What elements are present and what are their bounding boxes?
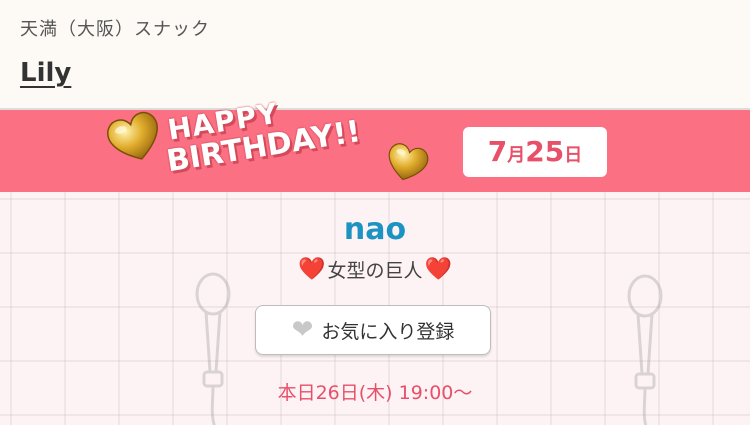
red-heart-icon: ❤️ <box>424 257 452 282</box>
birthday-day-unit: 日 <box>564 145 583 166</box>
shop-area-label: 天満（大阪）スナック <box>20 19 210 40</box>
birthday-month-unit: 月 <box>507 145 526 166</box>
shop-name-link[interactable]: Lily <box>20 58 71 88</box>
gold-heart-icon <box>388 143 429 181</box>
today-schedule: 本日26日(木) 19:00〜 <box>277 382 473 404</box>
add-favorite-button[interactable]: ❤ お気に入り登録 <box>255 305 491 355</box>
profile-panel: nao ❤️ 女型の巨人 ❤️ ❤ お気に入り登録 本日26日(木) 19:00… <box>0 192 750 425</box>
heart-icon: ❤ <box>291 315 314 345</box>
header: 天満（大阪）スナック Lily <box>0 0 750 110</box>
birthday-month: 7 <box>487 135 508 168</box>
gold-heart-icon <box>107 111 158 160</box>
person-name: nao <box>343 212 407 247</box>
birthday-date-badge: 7 月 25 日 <box>463 127 607 177</box>
catchphrase-text: 女型の巨人 <box>327 260 423 282</box>
catchphrase: ❤️ 女型の巨人 ❤️ <box>0 256 750 283</box>
add-favorite-label: お気に入り登録 <box>321 320 455 343</box>
red-heart-icon: ❤️ <box>298 257 326 282</box>
birthday-day: 25 <box>525 135 565 168</box>
birthday-banner: HAPPY BIRTHDAY!! 7 月 25 日 <box>0 97 750 192</box>
